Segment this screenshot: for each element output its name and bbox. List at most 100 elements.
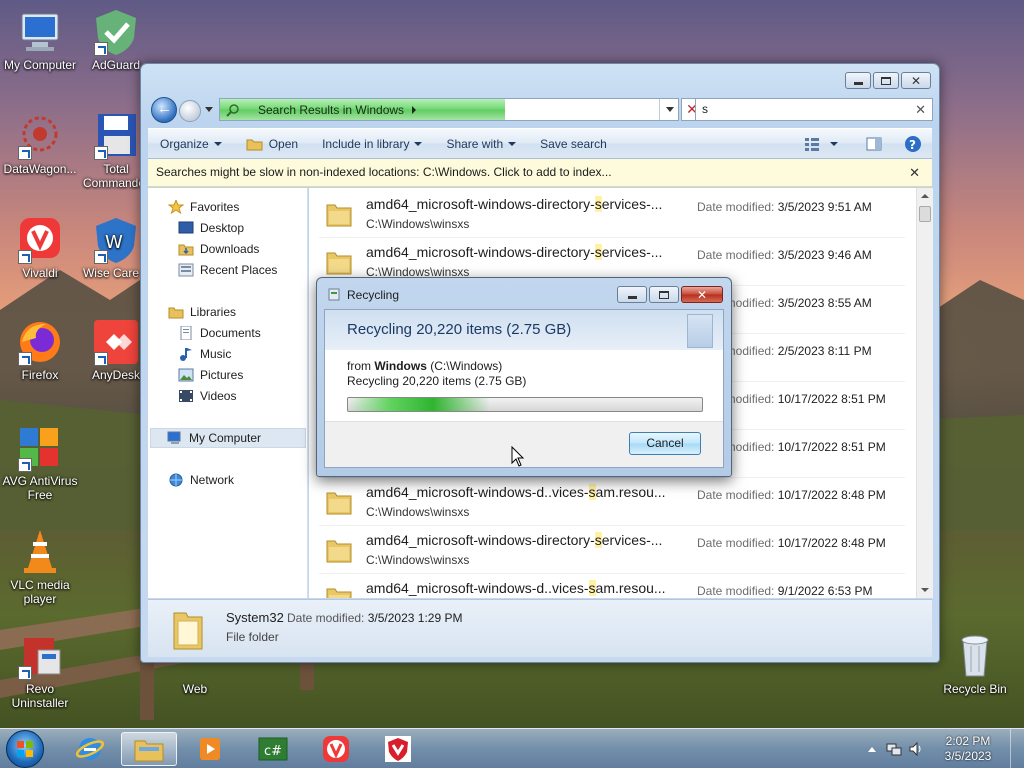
- desktop-icon-vivaldi[interactable]: Vivaldi: [0, 216, 80, 280]
- search-match-highlight: s: [594, 532, 602, 548]
- vertical-scrollbar[interactable]: [916, 188, 933, 598]
- nav-pictures[interactable]: Pictures: [178, 368, 243, 382]
- show-hidden-icons[interactable]: [868, 746, 876, 752]
- desktop-icon-datawagon[interactable]: DataWagon...: [0, 112, 80, 176]
- save-search-label: Save search: [540, 136, 607, 151]
- share-with-menu[interactable]: Share with: [434, 129, 528, 158]
- show-desktop-button[interactable]: [1010, 729, 1024, 768]
- start-button[interactable]: [6, 730, 44, 768]
- organize-menu[interactable]: Organize: [148, 129, 234, 158]
- close-icon: ✕: [910, 73, 922, 88]
- back-button[interactable]: [151, 97, 177, 123]
- clock[interactable]: 2:02 PM 3/5/2023: [930, 734, 1006, 764]
- shield-icon: [385, 736, 411, 762]
- maximize-button[interactable]: [873, 72, 899, 89]
- nav-label: Documents: [200, 326, 261, 340]
- nav-downloads[interactable]: Downloads: [178, 242, 259, 256]
- result-date: Date modified: 10/17/2022 8:48 PM: [697, 536, 886, 550]
- taskbar-shield-app[interactable]: [370, 732, 426, 766]
- scroll-thumb[interactable]: [919, 206, 931, 222]
- star-icon: [168, 200, 184, 214]
- dialog-minimize-button[interactable]: [617, 286, 647, 303]
- nav-label: My Computer: [189, 431, 262, 445]
- desktop-icon-vlc[interactable]: VLC media player: [0, 528, 80, 606]
- libraries-icon: [168, 307, 184, 319]
- result-row[interactable]: amd64_microsoft-windows-d..vices-sam.res…: [319, 574, 905, 598]
- nav-videos[interactable]: Videos: [178, 389, 236, 403]
- result-row[interactable]: amd64_microsoft-windows-d..vices-sam.res…: [319, 478, 905, 526]
- nav-documents[interactable]: Documents: [178, 326, 261, 340]
- dialog-body: Recycling 20,220 items (2.75 GB) from Wi…: [324, 309, 724, 468]
- result-row[interactable]: amd64_microsoft-windows-directory-servic…: [319, 526, 905, 574]
- nav-label: Pictures: [200, 368, 244, 382]
- network-status-icon[interactable]: [886, 741, 902, 757]
- folder-icon: [326, 252, 352, 275]
- desktop-icon-label: AnyDesk: [91, 368, 141, 382]
- taskbar-media-player[interactable]: [182, 732, 238, 766]
- taskbar-internet-explorer[interactable]: [62, 732, 118, 766]
- desktop-icon-label: AdGuard: [91, 58, 141, 72]
- include-in-library-menu[interactable]: Include in library: [310, 129, 434, 158]
- search-input[interactable]: s ✕: [695, 98, 933, 121]
- close-infobar-icon[interactable]: ✕: [909, 159, 920, 186]
- desktop-icon-firefox[interactable]: Firefox: [0, 318, 80, 382]
- csharp-icon: c#: [258, 737, 288, 761]
- cancel-button[interactable]: Cancel: [629, 432, 701, 455]
- help-icon[interactable]: ?: [904, 135, 922, 153]
- folder-icon: [326, 204, 352, 227]
- minimize-button[interactable]: [845, 72, 871, 89]
- nav-recent-places[interactable]: Recent Places: [178, 263, 277, 277]
- taskbar-explorer[interactable]: [121, 732, 177, 766]
- media-player-icon: [200, 738, 220, 760]
- view-options-icon[interactable]: [804, 137, 820, 151]
- clock-date: 3/5/2023: [944, 749, 992, 763]
- recycle-icon: [328, 288, 340, 301]
- scroll-down-icon[interactable]: [921, 588, 929, 592]
- open-button[interactable]: Open: [234, 129, 310, 158]
- result-row[interactable]: amd64_microsoft-windows-directory-servic…: [319, 190, 905, 238]
- address-bar[interactable]: Search Results in Windows: [219, 98, 679, 121]
- forward-button[interactable]: [179, 100, 201, 122]
- nav-my-computer[interactable]: My Computer: [150, 428, 306, 448]
- recent-pages-dropdown[interactable]: [205, 107, 213, 112]
- nav-music[interactable]: Music: [178, 347, 231, 361]
- svg-text:?: ?: [909, 138, 916, 152]
- dialog-heading: Recycling 20,220 items (2.75 GB): [347, 321, 572, 338]
- result-name: amd64_microsoft-windows-d..vices-sam.res…: [366, 484, 666, 500]
- address-dropdown-icon[interactable]: [666, 107, 674, 112]
- desktop-icon-avg[interactable]: AVG AntiVirus Free: [0, 424, 80, 502]
- desktop-icon-label: VLC media player: [10, 578, 70, 606]
- volume-icon[interactable]: [908, 741, 924, 757]
- dialog-close-button[interactable]: ✕: [681, 286, 723, 303]
- result-date: Date modified: 9/1/2022 6:53 PM: [697, 584, 872, 598]
- computer-icon: [167, 431, 181, 444]
- index-warning-bar[interactable]: Searches might be slow in non-indexed lo…: [148, 159, 932, 187]
- avg-icon: [16, 424, 64, 472]
- preview-pane-icon[interactable]: [866, 137, 882, 151]
- scroll-up-icon[interactable]: [921, 194, 929, 198]
- desktop-icon-revo[interactable]: Revo Uninstaller: [0, 632, 80, 710]
- nav-label: Libraries: [190, 305, 237, 319]
- dialog-maximize-button[interactable]: [649, 286, 679, 303]
- desktop-icon-recycle-bin[interactable]: Recycle Bin: [935, 632, 1015, 696]
- save-search-button[interactable]: Save search: [528, 129, 619, 158]
- result-path: C:\Windows\winsxs: [366, 553, 470, 567]
- close-button[interactable]: ✕: [901, 72, 931, 89]
- from-path: (C:\Windows): [430, 359, 503, 373]
- command-bar: Organize Open Include in library Share w…: [148, 128, 932, 159]
- progress-fill: [348, 398, 490, 411]
- navigation-pane: Favorites Desktop Downloads Recent Place…: [148, 188, 308, 598]
- nav-favorites[interactable]: Favorites: [168, 200, 239, 214]
- desktop-icon-my-computer[interactable]: My Computer: [0, 8, 80, 72]
- nav-desktop[interactable]: Desktop: [178, 221, 244, 235]
- clear-search-icon[interactable]: ✕: [915, 99, 926, 120]
- nav-network[interactable]: Network: [168, 473, 234, 487]
- selected-item-type: File folder: [226, 630, 279, 644]
- taskbar-csharp-app[interactable]: c#: [245, 732, 301, 766]
- nav-libraries[interactable]: Libraries: [168, 305, 236, 319]
- firefox-icon: [16, 318, 64, 366]
- desktop-icon-label: My Computer: [3, 58, 77, 72]
- view-dropdown-icon[interactable]: [830, 141, 838, 146]
- shortcut-arrow-icon: [18, 352, 32, 366]
- taskbar-vivaldi[interactable]: [308, 732, 364, 766]
